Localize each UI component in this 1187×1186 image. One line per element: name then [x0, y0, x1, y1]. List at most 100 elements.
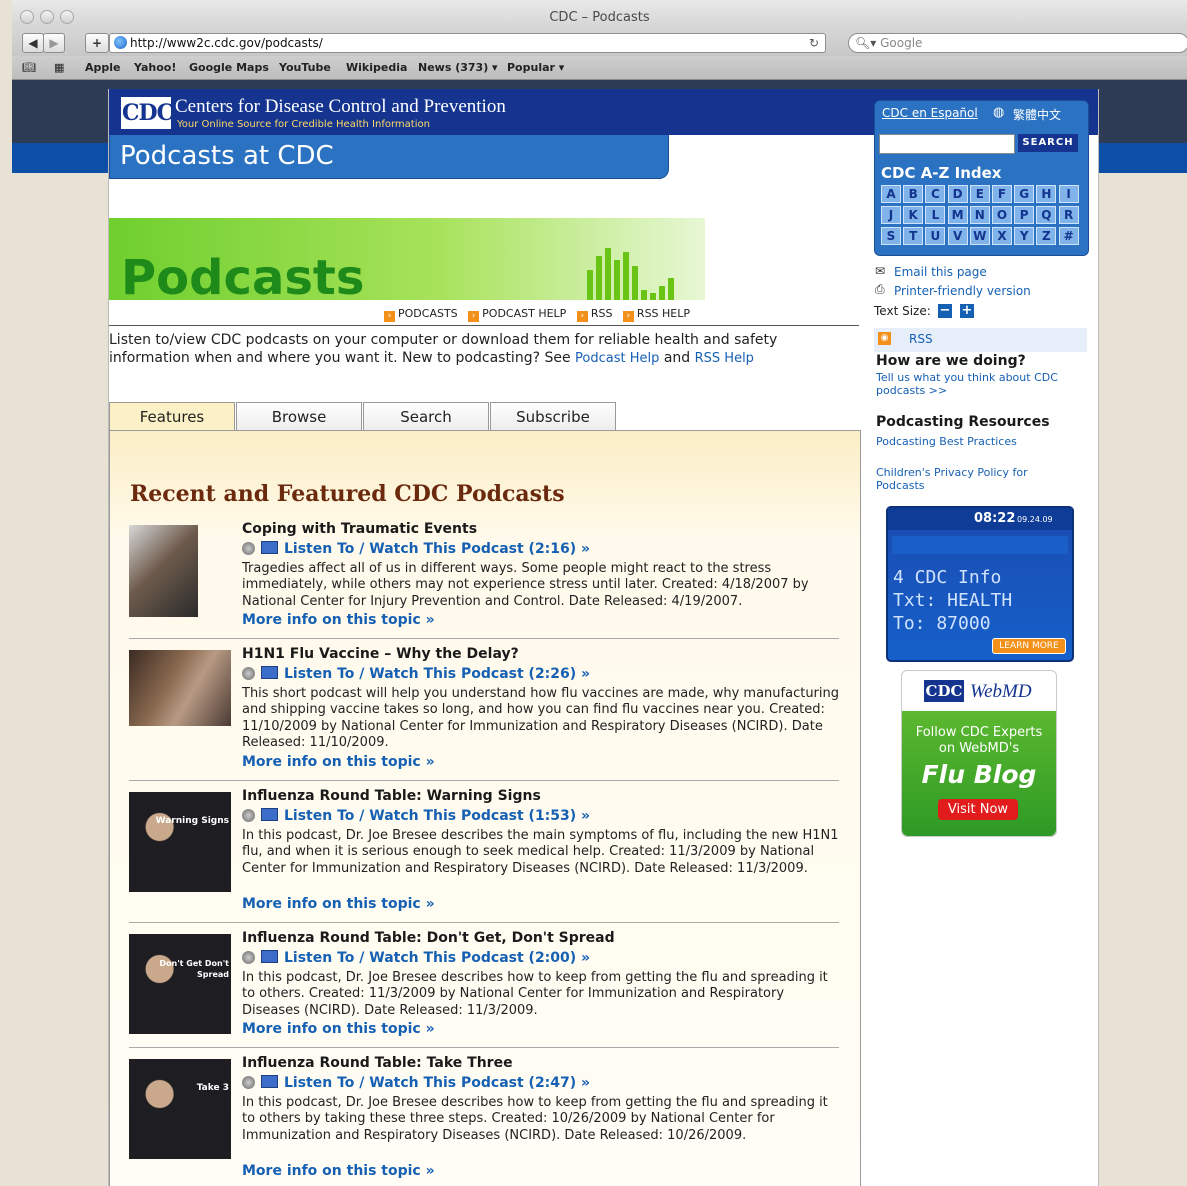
window-title: CDC – Podcasts [549, 10, 650, 25]
search-button[interactable]: SEARCH [1018, 134, 1078, 152]
subnav-rss-help[interactable]: RSS HELP [637, 307, 690, 320]
address-bar[interactable]: http://www2c.cdc.gov/podcasts/ ↻ [109, 33, 826, 53]
bookmark-news[interactable]: News (373) ▾ [418, 61, 498, 74]
more-info-link[interactable]: More info on this topic » [242, 896, 435, 912]
az-letter-c[interactable]: C [925, 185, 946, 203]
browser-toolbar: ◀ ▶ + http://www2c.cdc.gov/podcasts/ ↻ 🔍… [12, 30, 1187, 56]
chinese-link[interactable]: 繁體中文 [1013, 106, 1061, 123]
listen-link[interactable]: Listen To / Watch This Podcast (2:47) » [242, 1075, 590, 1091]
subnav-podcasts[interactable]: PODCASTS [398, 307, 458, 320]
subnav-rss[interactable]: RSS [591, 307, 613, 320]
az-letter-l[interactable]: L [925, 206, 946, 224]
add-bookmark-button[interactable]: + [85, 33, 109, 53]
az-letter-p[interactable]: P [1014, 206, 1035, 224]
listen-link[interactable]: Listen To / Watch This Podcast (2:00) » [242, 950, 590, 966]
email-page-link[interactable]: Email this page [894, 265, 987, 279]
cdc-info-text-ad[interactable]: 08:22 09.24.09 4 CDC Info Txt: HEALTH To… [886, 506, 1074, 662]
az-letter-m[interactable]: M [947, 206, 968, 224]
more-info-link[interactable]: More info on this topic » [242, 1163, 435, 1179]
az-letter-w[interactable]: W [969, 227, 990, 245]
more-info-link[interactable]: More info on this topic » [242, 612, 435, 628]
az-letter-hash[interactable]: # [1058, 227, 1079, 245]
bookmark-wikipedia[interactable]: Wikipedia [346, 61, 407, 74]
audio-icon [242, 951, 255, 964]
reload-icon[interactable]: ↻ [809, 34, 819, 52]
privacy-policy-link[interactable]: Children's Privacy Policy for Podcasts [876, 466, 1056, 492]
az-letter-y[interactable]: Y [1014, 227, 1035, 245]
back-button[interactable]: ◀ [22, 33, 44, 53]
rss-link[interactable]: RSS [909, 332, 933, 346]
bookmark-popular[interactable]: Popular ▾ [507, 61, 564, 74]
rss-help-link[interactable]: RSS Help [695, 351, 754, 366]
podcast-thumbnail[interactable]: Don't Get Don't Spread [129, 934, 231, 1034]
cdc-name[interactable]: Centers for Disease Control and Preventi… [175, 96, 506, 118]
az-letter-h[interactable]: H [1036, 185, 1057, 203]
az-letter-s[interactable]: S [881, 227, 901, 245]
visit-now-button[interactable]: Visit Now [938, 799, 1018, 820]
podcast-thumbnail[interactable] [129, 525, 198, 617]
podcast-description: This short podcast will help you underst… [242, 686, 840, 751]
printer-friendly-link[interactable]: Printer-friendly version [894, 284, 1031, 298]
feedback-link[interactable]: Tell us what you think about CDC podcast… [876, 371, 1081, 397]
cdc-logo[interactable]: CDC [121, 97, 174, 129]
site-search-input[interactable] [879, 134, 1015, 154]
phone-icon-row [892, 536, 1068, 554]
book-icon[interactable]: 📖︎ [22, 61, 36, 74]
az-letter-z[interactable]: Z [1036, 227, 1057, 245]
podcast-help-link[interactable]: Podcast Help [575, 351, 659, 366]
how-are-we-doing-title: How are we doing? [876, 353, 1026, 369]
podcast-title: Coping with Traumatic Events [242, 521, 478, 537]
divider [129, 922, 839, 923]
az-letter-e[interactable]: E [969, 185, 990, 203]
more-info-link[interactable]: More info on this topic » [242, 1021, 435, 1037]
bookmark-apple[interactable]: Apple [85, 61, 121, 74]
az-letter-b[interactable]: B [903, 185, 924, 203]
bookmark-google-maps[interactable]: Google Maps [189, 61, 269, 74]
tab-subscribe[interactable]: Subscribe [490, 402, 616, 431]
audio-icon [242, 542, 255, 555]
audio-icon [242, 809, 255, 822]
text-size-increase-button[interactable]: + [960, 304, 974, 318]
podcast-thumbnail[interactable]: Take 3 [129, 1059, 231, 1159]
tab-search[interactable]: Search [363, 402, 489, 431]
tab-browse[interactable]: Browse [236, 402, 362, 431]
tab-features[interactable]: Features [109, 402, 235, 431]
equalizer-icon [587, 240, 707, 300]
az-letter-a[interactable]: A [881, 185, 901, 203]
listen-link[interactable]: Listen To / Watch This Podcast (2:26) » [242, 666, 590, 682]
best-practices-link[interactable]: Podcasting Best Practices [876, 435, 1017, 448]
subnav-podcast-help[interactable]: PODCAST HELP [482, 307, 566, 320]
divider [109, 325, 859, 326]
forward-button[interactable]: ▶ [43, 33, 65, 53]
rss-icon: ◉ [878, 332, 891, 345]
bookmark-youtube[interactable]: YouTube [279, 61, 331, 74]
more-info-link[interactable]: More info on this topic » [242, 754, 435, 770]
grid-icon[interactable]: ▦ [54, 61, 64, 74]
az-letter-u[interactable]: U [925, 227, 946, 245]
az-letter-g[interactable]: G [1014, 185, 1035, 203]
search-field[interactable]: 🔍︎▾ Google [848, 33, 1187, 53]
podcast-title: Influenza Round Table: Take Three [242, 1055, 513, 1071]
az-letter-t[interactable]: T [903, 227, 924, 245]
az-letter-f[interactable]: F [992, 185, 1012, 203]
learn-more-button[interactable]: LEARN MORE [992, 638, 1066, 654]
az-letter-k[interactable]: K [903, 206, 924, 224]
bookmark-yahoo[interactable]: Yahoo! [134, 61, 176, 74]
podcast-thumbnail[interactable] [129, 650, 231, 726]
az-letter-q[interactable]: Q [1036, 206, 1057, 224]
listen-link[interactable]: Listen To / Watch This Podcast (2:16) » [242, 541, 590, 557]
webmd-flu-blog-ad[interactable]: CDC WebMD Follow CDC Experts on WebMD's … [901, 670, 1057, 837]
az-letter-x[interactable]: X [992, 227, 1012, 245]
text-size-decrease-button[interactable]: − [938, 304, 952, 318]
az-letter-d[interactable]: D [947, 185, 968, 203]
az-letter-o[interactable]: O [992, 206, 1012, 224]
printer-icon: ⎙ [875, 282, 885, 296]
az-letter-r[interactable]: R [1058, 206, 1079, 224]
az-letter-j[interactable]: J [881, 206, 901, 224]
az-letter-i[interactable]: I [1058, 185, 1079, 203]
listen-link[interactable]: Listen To / Watch This Podcast (1:53) » [242, 808, 590, 824]
espanol-link[interactable]: CDC en Español [882, 106, 978, 120]
podcast-thumbnail[interactable]: Warning Signs [129, 792, 231, 892]
az-letter-n[interactable]: N [969, 206, 990, 224]
az-letter-v[interactable]: V [947, 227, 968, 245]
